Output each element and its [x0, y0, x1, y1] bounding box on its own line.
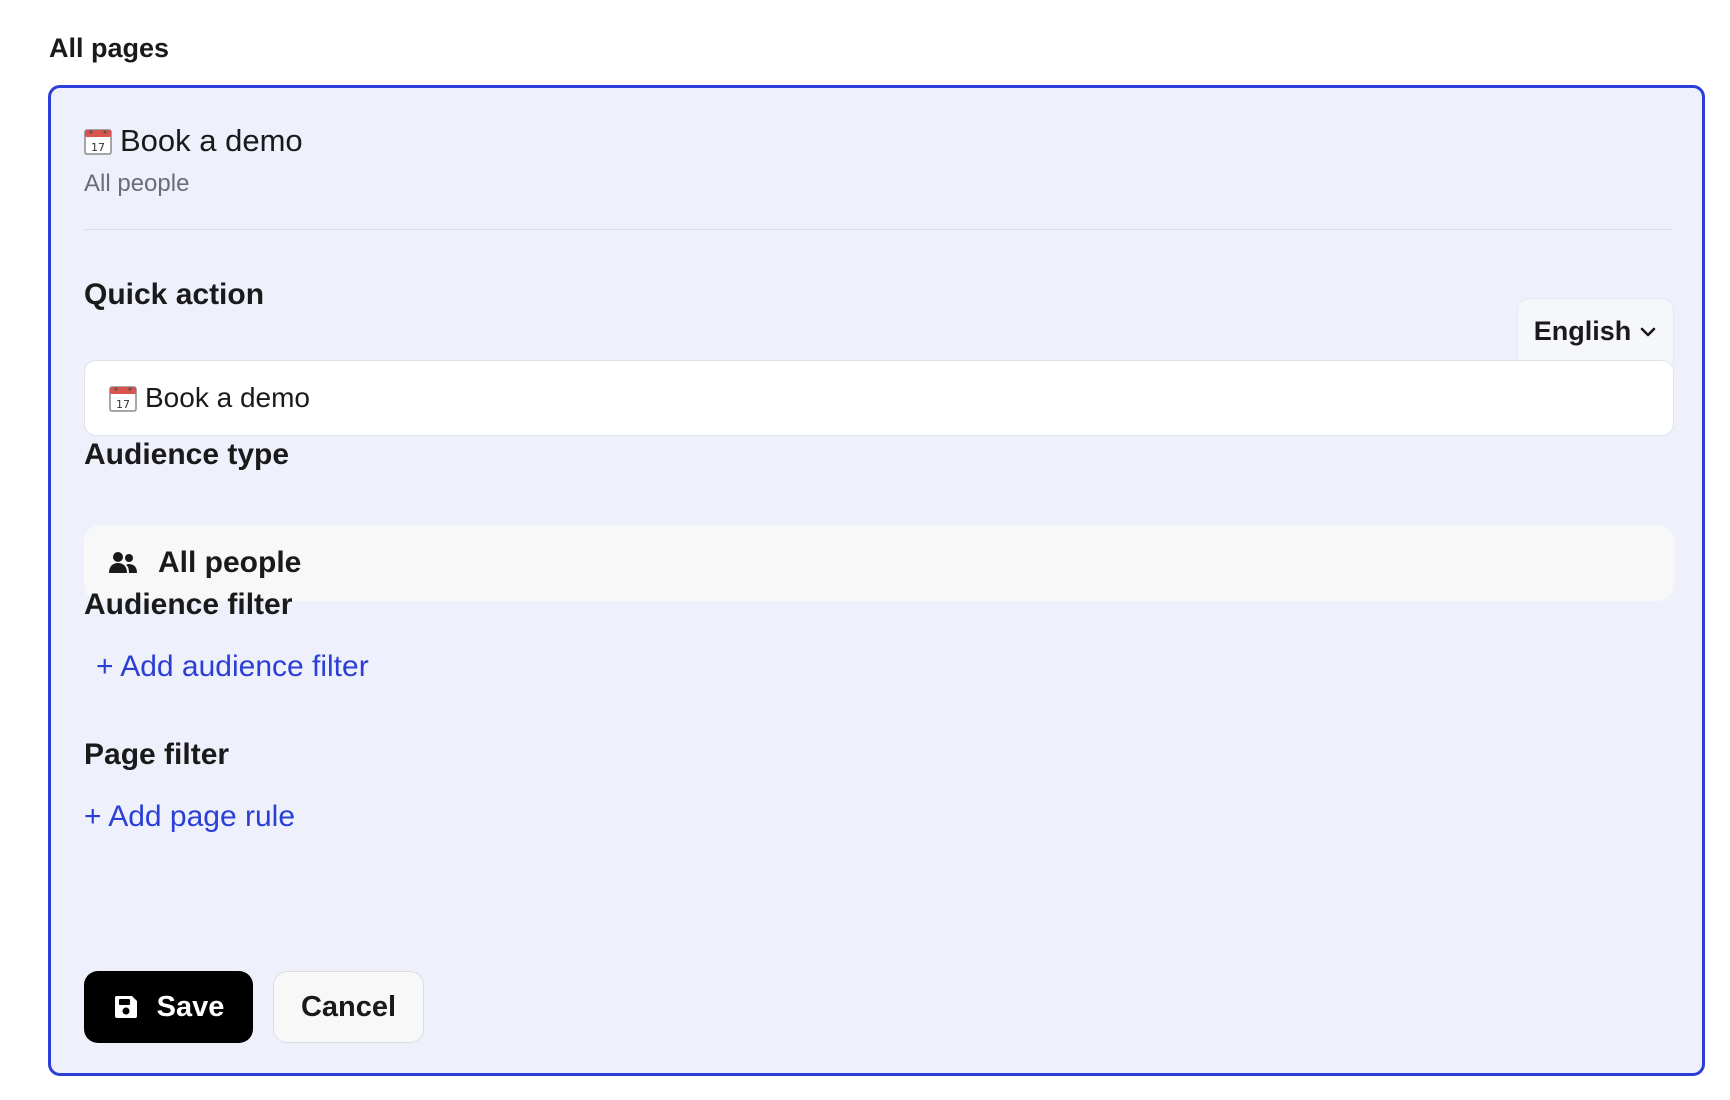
- audience-type-option[interactable]: All people: [84, 525, 1674, 601]
- calendar-icon: 17: [84, 129, 112, 155]
- chevron-down-icon: [1640, 327, 1656, 336]
- section-title: All pages: [49, 33, 170, 63]
- audience-type-value: All people: [158, 546, 302, 579]
- save-icon: [114, 996, 137, 1018]
- cancel-button[interactable]: Cancel: [273, 971, 424, 1043]
- audience-filter-label: Audience filter: [84, 588, 293, 621]
- calendar-icon: 17: [109, 386, 137, 412]
- card-title-text: Book a demo: [120, 123, 303, 158]
- card-subtitle: All people: [84, 170, 190, 197]
- card-title: 17 Book a demo: [84, 123, 303, 159]
- save-button-label: Save: [156, 990, 225, 1023]
- quick-action-label: Quick action: [84, 278, 265, 311]
- language-select[interactable]: English: [1517, 298, 1674, 364]
- quick-action-input-value: Book a demo: [145, 382, 310, 413]
- cancel-button-label: Cancel: [300, 990, 397, 1023]
- add-audience-filter-link[interactable]: + Add audience filter: [96, 650, 369, 684]
- quick-action-input[interactable]: 17 Book a demo: [84, 360, 1674, 436]
- page-filter-label: Page filter: [84, 738, 230, 771]
- svg-text:17: 17: [116, 398, 130, 411]
- quick-action-card: 17 Book a demo All people Quick action E…: [48, 85, 1705, 1076]
- save-button[interactable]: Save: [84, 971, 253, 1043]
- audience-type-label: Audience type: [84, 438, 290, 471]
- svg-text:17: 17: [91, 141, 105, 154]
- divider: [84, 229, 1672, 230]
- add-page-rule-link[interactable]: + Add page rule: [84, 800, 295, 834]
- people-icon: [109, 552, 137, 573]
- language-select-value: English: [1533, 316, 1632, 346]
